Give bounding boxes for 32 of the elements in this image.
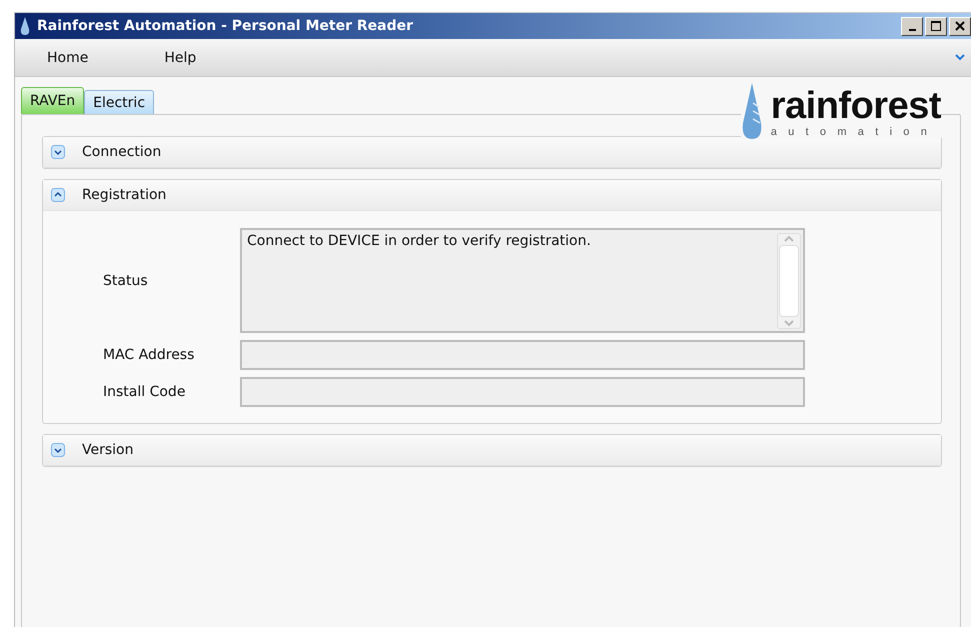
section-title: Connection: [82, 144, 162, 160]
field-label: MAC Address: [103, 347, 196, 363]
tab[interactable]: Electric: [84, 90, 154, 114]
collapse-icon[interactable]: [51, 188, 65, 202]
tab[interactable]: RAVEn: [21, 87, 84, 114]
chevron-down-icon[interactable]: [955, 54, 965, 61]
section-title: Version: [82, 442, 134, 458]
minimize-button[interactable]: [901, 16, 923, 36]
field-label: Status: [103, 272, 149, 288]
maximize-icon: [931, 21, 941, 31]
expand-icon[interactable]: [51, 443, 65, 457]
minimize-icon: [908, 29, 916, 31]
close-button[interactable]: [949, 16, 971, 36]
logo-name: rainforest: [770, 87, 941, 125]
field-label: Install Code: [103, 384, 186, 400]
status-text: Connect to DEVICE in order to verify registration.: [247, 233, 592, 251]
window-title: Rainforest Automation - Personal Meter Reader: [37, 18, 414, 34]
input-field[interactable]: [240, 377, 805, 407]
section-header[interactable]: Registration: [43, 180, 941, 211]
section-title: Registration: [82, 187, 166, 203]
section-header[interactable]: Version: [43, 435, 941, 466]
input-field[interactable]: [240, 340, 805, 370]
logo-tagline: automation: [770, 125, 940, 139]
menu-item[interactable]: Help: [152, 46, 208, 70]
maximize-button[interactable]: [925, 16, 947, 36]
menu-item[interactable]: Home: [35, 46, 100, 70]
drop-icon: [19, 17, 31, 35]
section-header[interactable]: Connection: [43, 137, 941, 168]
expand-icon[interactable]: [51, 145, 65, 159]
status-text-area[interactable]: Connect to DEVICE in order to verify registration.: [240, 228, 805, 333]
close-icon: [955, 21, 965, 31]
raindrop-icon: [740, 83, 763, 139]
